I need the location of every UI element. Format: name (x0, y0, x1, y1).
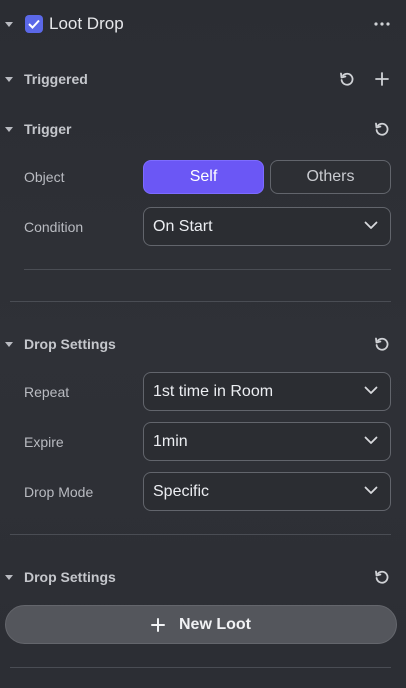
drop-settings-section-header[interactable]: Drop Settings (0, 327, 406, 361)
add-icon[interactable] (371, 68, 393, 90)
triggered-section-header[interactable]: Triggered (0, 62, 406, 96)
object-self-label: Self (189, 168, 218, 185)
repeat-dropdown[interactable]: 1st time in Room (143, 372, 391, 411)
repeat-value: 1st time in Room (153, 382, 274, 400)
drop-mode-value: Specific (153, 482, 210, 500)
object-others-button[interactable]: Others (270, 160, 391, 194)
object-self-button[interactable]: Self (143, 160, 264, 194)
expire-label: Expire (24, 434, 64, 450)
drop-mode-label: Drop Mode (24, 484, 94, 500)
chevron-down-icon (364, 221, 378, 229)
expire-value: 1min (153, 432, 188, 450)
chevron-down-icon (364, 436, 378, 444)
component-title: Loot Drop (49, 14, 124, 33)
section-title: Trigger (24, 121, 72, 137)
plus-icon (151, 617, 165, 632)
divider (10, 301, 391, 302)
chevron-down-icon (364, 386, 378, 394)
check-icon (28, 19, 40, 29)
collapse-caret-icon[interactable] (5, 575, 13, 580)
reset-icon[interactable] (371, 566, 393, 588)
expire-dropdown[interactable]: 1min (143, 422, 391, 461)
reset-icon[interactable] (371, 118, 393, 140)
collapse-caret-icon[interactable] (5, 127, 13, 132)
more-options-icon[interactable] (371, 13, 393, 35)
chevron-down-icon (364, 486, 378, 494)
collapse-caret-icon[interactable] (5, 77, 13, 82)
collapse-caret-icon[interactable] (5, 22, 13, 27)
condition-value: On Start (153, 217, 213, 235)
condition-dropdown[interactable]: On Start (143, 207, 391, 246)
section-title: Triggered (24, 71, 88, 87)
divider (10, 534, 391, 535)
header-row: Loot Drop (0, 7, 406, 41)
object-label: Object (24, 169, 65, 185)
section-title: Drop Settings (24, 569, 116, 585)
trigger-section-header[interactable]: Trigger (0, 112, 406, 146)
new-loot-label: New Loot (179, 615, 251, 633)
new-loot-button[interactable]: New Loot (5, 605, 397, 644)
drop-settings-2-section-header[interactable]: Drop Settings (0, 560, 406, 594)
drop-mode-dropdown[interactable]: Specific (143, 472, 391, 511)
section-title: Drop Settings (24, 336, 116, 352)
reset-icon[interactable] (336, 68, 358, 90)
reset-icon[interactable] (371, 333, 393, 355)
condition-label: Condition (24, 219, 84, 235)
collapse-caret-icon[interactable] (5, 342, 13, 347)
enabled-checkbox[interactable] (25, 15, 43, 33)
divider (10, 667, 391, 668)
object-others-label: Others (306, 168, 355, 185)
repeat-label: Repeat (24, 384, 70, 400)
divider (24, 269, 391, 270)
